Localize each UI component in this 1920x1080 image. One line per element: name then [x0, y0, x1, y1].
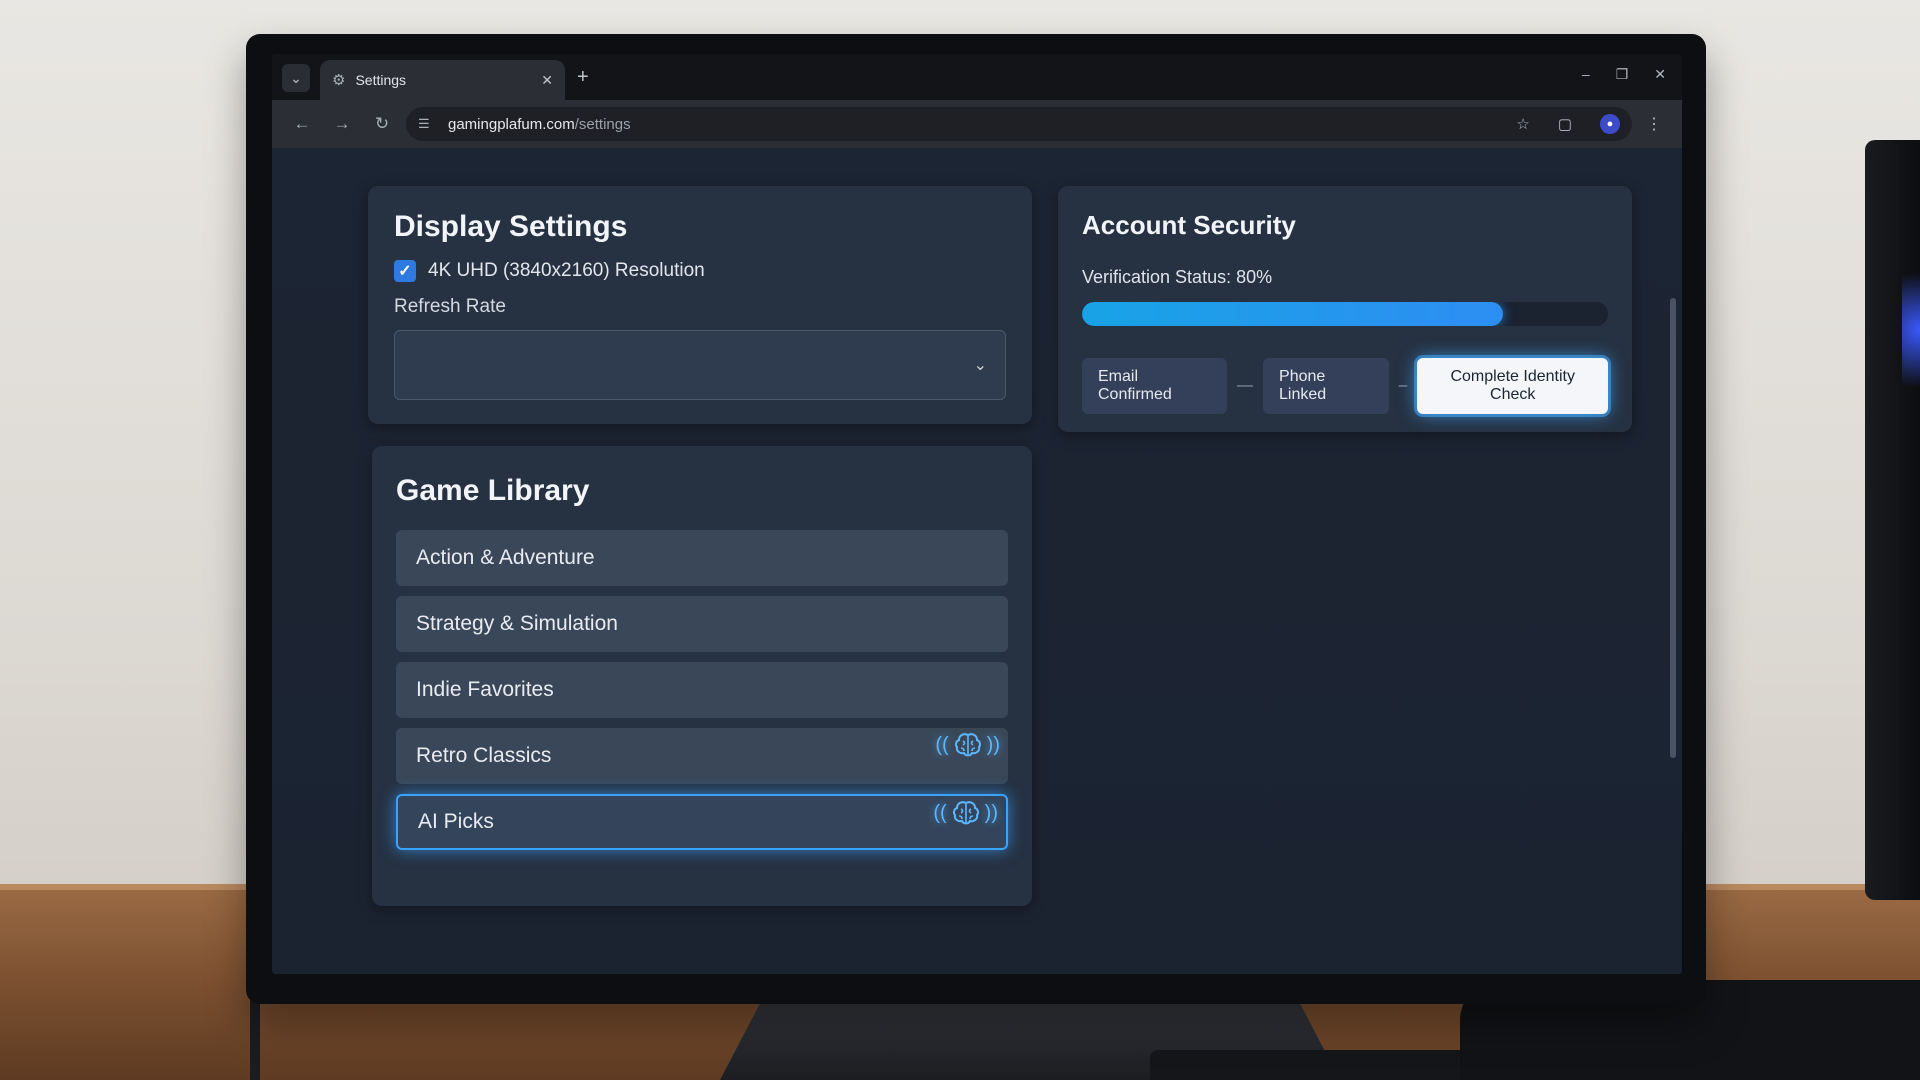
library-item-label: Action & Adventure: [416, 546, 595, 569]
ai-badge: (( )): [933, 800, 998, 826]
game-library-title: Game Library: [396, 474, 590, 507]
step-phone-linked: Phone Linked: [1263, 358, 1389, 414]
account-security-card: Account Security Verification Status: 80…: [1058, 186, 1632, 432]
refresh-rate-label: Refresh Rate: [394, 296, 506, 317]
library-item-strategy-simulation[interactable]: Strategy & Simulation: [396, 596, 1008, 652]
display-settings-title: Display Settings: [394, 210, 628, 243]
library-item-retro-classics[interactable]: Retro Classics (( )): [396, 728, 1008, 784]
library-item-indie-favorites[interactable]: Indie Favorites: [396, 662, 1008, 718]
resolution-label: 4K UHD (3840x2160) Resolution: [428, 260, 705, 281]
omnibox-actions: ☆ ▢ ●: [1516, 114, 1620, 134]
step-email-confirmed: Email Confirmed: [1082, 358, 1228, 414]
ai-badge: (( )): [935, 732, 1000, 758]
back-icon[interactable]: ←: [292, 114, 312, 134]
signal-left-icon: ((: [935, 733, 949, 756]
bookmark-star-icon[interactable]: ☆: [1516, 115, 1529, 133]
close-icon[interactable]: ✕: [541, 72, 553, 89]
extensions-icon[interactable]: ▢: [1558, 115, 1572, 133]
tab-search-button[interactable]: ⌄: [282, 64, 310, 92]
reload-icon[interactable]: ↻: [372, 114, 392, 134]
close-window-icon[interactable]: ✕: [1654, 66, 1666, 83]
forward-icon[interactable]: →: [332, 114, 352, 134]
refresh-rate-select[interactable]: ⌄: [394, 330, 1006, 400]
resolution-option[interactable]: ✓ 4K UHD (3840x2160) Resolution: [394, 260, 1006, 282]
url-path: /settings: [574, 115, 631, 133]
library-item-label: Strategy & Simulation: [416, 612, 618, 635]
account-security-title: Account Security: [1082, 210, 1296, 240]
library-item-label: Retro Classics: [416, 744, 552, 767]
resolution-checkbox[interactable]: ✓: [394, 260, 416, 282]
game-library-list: Action & Adventure Strategy & Simulation…: [396, 530, 1008, 850]
brain-icon: [952, 801, 979, 825]
profile-avatar-icon[interactable]: ●: [1600, 114, 1620, 134]
screen: ⌄ ⚙ Settings ✕ + – ❐ ✕ ← → ↻ ☰ gamingpla…: [272, 54, 1682, 974]
url-host: gamingplafum.com: [448, 115, 575, 133]
signal-right-icon: )): [984, 801, 998, 824]
library-item-action-adventure[interactable]: Action & Adventure: [396, 530, 1008, 586]
page-content: Display Settings ✓ 4K UHD (3840x2160) Re…: [272, 148, 1682, 974]
verification-status: Verification Status: 80%: [1082, 267, 1273, 287]
gear-icon: ⚙: [332, 72, 346, 89]
signal-right-icon: )): [986, 733, 1000, 756]
signal-left-icon: ((: [933, 801, 947, 824]
minimize-icon[interactable]: –: [1582, 66, 1590, 83]
tab-title: Settings: [355, 72, 407, 88]
step-separator: –: [1398, 377, 1408, 394]
brain-icon: [954, 733, 981, 757]
verification-progress-fill: [1082, 302, 1503, 326]
side-monitor-glow: [1902, 260, 1920, 400]
tab-settings[interactable]: ⚙ Settings ✕: [320, 60, 565, 100]
step-separator: —: [1237, 377, 1254, 394]
complete-identity-check-button[interactable]: Complete Identity Check: [1417, 358, 1608, 414]
library-item-label: Indie Favorites: [416, 678, 554, 701]
monitor: ⌄ ⚙ Settings ✕ + – ❐ ✕ ← → ↻ ☰ gamingpla…: [246, 34, 1706, 1004]
restore-icon[interactable]: ❐: [1616, 66, 1629, 83]
tab-bar: ⌄ ⚙ Settings ✕ + – ❐ ✕: [272, 54, 1682, 100]
page-scrollbar[interactable]: [1670, 298, 1676, 758]
window-controls: – ❐ ✕: [1582, 66, 1666, 83]
library-item-ai-picks[interactable]: AI Picks (( )): [396, 794, 1008, 850]
display-settings-card: Display Settings ✓ 4K UHD (3840x2160) Re…: [368, 186, 1032, 424]
verification-progress-bar: [1082, 302, 1608, 326]
url-input[interactable]: ☰ gamingplafum.com/settings ☆ ▢ ●: [406, 107, 1632, 141]
site-info-icon[interactable]: ☰: [418, 116, 442, 132]
game-library-card: Game Library Action & Adventure Strategy…: [372, 446, 1032, 906]
chevron-down-icon: ⌄: [973, 357, 987, 374]
address-bar: ← → ↻ ☰ gamingplafum.com/settings ☆ ▢ ● …: [272, 100, 1682, 148]
new-tab-button[interactable]: +: [577, 66, 589, 89]
url-text: gamingplafum.com/settings: [448, 116, 631, 133]
side-monitor: [1865, 140, 1920, 900]
verification-steps: Email Confirmed — Phone Linked – Complet…: [1082, 358, 1608, 414]
menu-dots-icon[interactable]: ⋮: [1646, 114, 1662, 134]
library-item-label: AI Picks: [418, 810, 494, 833]
